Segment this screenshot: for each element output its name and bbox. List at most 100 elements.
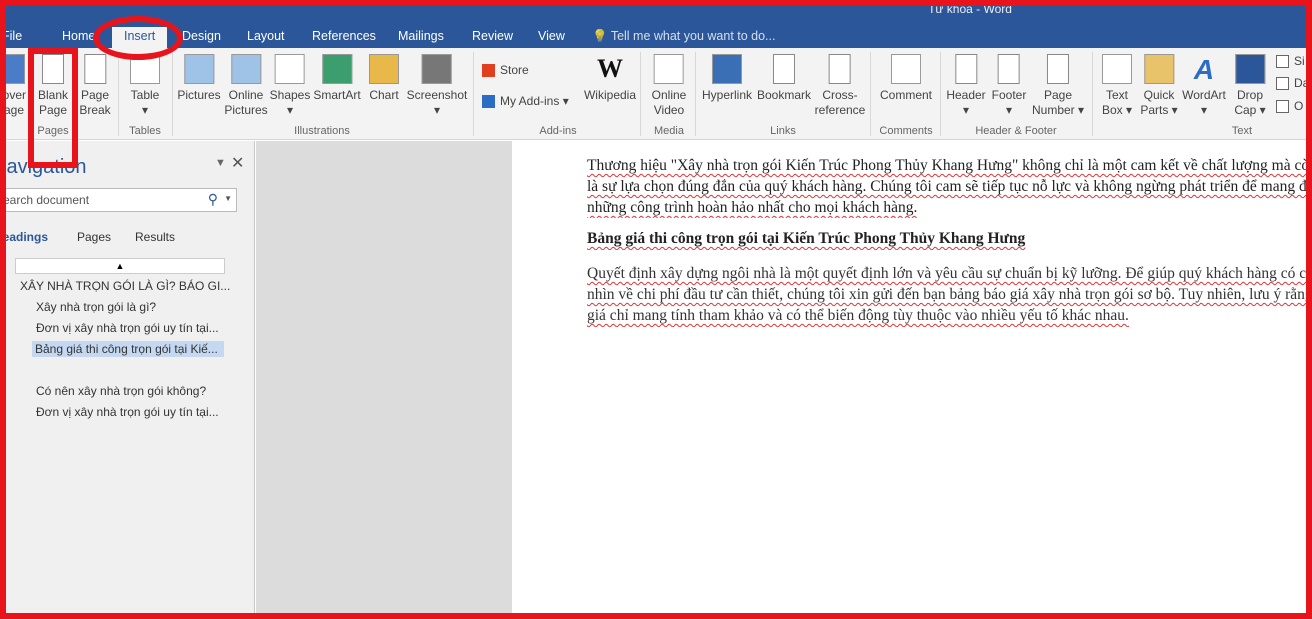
- object-button[interactable]: O: [1276, 99, 1303, 113]
- online-video-button[interactable]: Online Video: [651, 54, 687, 118]
- table-icon: [130, 54, 160, 84]
- tab-home[interactable]: Home: [62, 27, 95, 48]
- group-divider: [473, 52, 474, 136]
- pictures-icon: [183, 54, 214, 84]
- heading-item[interactable]: Đơn vị xây nhà trọn gói uy tín tại...: [36, 405, 219, 419]
- paragraph: Thương hiệu "Xây nhà trọn gói Kiến Trúc …: [587, 157, 1312, 216]
- smartart-icon: [322, 54, 352, 84]
- comment-button[interactable]: Comment: [880, 54, 932, 103]
- text-box-button[interactable]: Text Box ▾: [1102, 54, 1132, 118]
- signature-line-button[interactable]: Si: [1276, 54, 1305, 68]
- close-icon[interactable]: ✕: [231, 153, 244, 173]
- pane-options-icon[interactable]: ▼: [215, 157, 226, 169]
- heading-item[interactable]: XÂY NHÀ TRỌN GÓI LÀ GÌ? BÁO GI...: [20, 279, 230, 293]
- group-divider: [118, 52, 119, 136]
- shapes-button[interactable]: Shapes ▾: [270, 54, 310, 118]
- button-label: Table ▾: [130, 88, 160, 117]
- search-input[interactable]: Search document ⚲ ▼: [0, 188, 237, 212]
- bookmark-icon: [773, 54, 795, 84]
- group-divider: [940, 52, 941, 136]
- button-label: Online Pictures: [224, 88, 268, 117]
- tab-design[interactable]: Design: [182, 27, 221, 48]
- wikipedia-button[interactable]: W Wikipedia: [584, 54, 636, 103]
- tab-view[interactable]: View: [538, 27, 565, 48]
- heading-item[interactable]: Xây nhà trọn gói là gì?: [36, 300, 156, 314]
- heading-item[interactable]: Có nên xây nhà trọn gói không?: [36, 384, 206, 398]
- store-button[interactable]: Store: [482, 63, 529, 77]
- blank-page-button[interactable]: Blank Page: [38, 54, 68, 118]
- button-label: Store: [500, 63, 529, 77]
- navigation-pane: Navigation ▼ ✕ Search document ⚲ ▼ Headi…: [0, 141, 255, 619]
- paragraph: Quyết định xây dựng ngôi nhà là một quyế…: [587, 265, 1312, 324]
- tab-mailings[interactable]: Mailings: [398, 27, 444, 48]
- wordart-icon: A: [1193, 54, 1215, 85]
- page-number-icon: [1046, 54, 1069, 84]
- group-divider: [640, 52, 641, 136]
- button-label: Drop Cap ▾: [1234, 88, 1266, 117]
- group-divider: [695, 52, 696, 136]
- tell-me-search[interactable]: 💡 Tell me what you want to do...: [592, 27, 775, 48]
- online-video-icon: [654, 54, 684, 84]
- button-label: Footer ▾: [991, 88, 1027, 117]
- button-label: Online Video: [651, 88, 687, 117]
- hyperlink-icon: [711, 54, 742, 84]
- document-page[interactable]: Thương hiệu "Xây nhà trọn gói Kiến Trúc …: [512, 141, 1312, 619]
- chevron-down-icon[interactable]: ▼: [224, 194, 232, 203]
- button-label: Da: [1294, 76, 1310, 90]
- blank-page-icon: [42, 54, 64, 84]
- tab-file[interactable]: File: [2, 27, 22, 48]
- search-placeholder: Search document: [0, 193, 90, 207]
- shapes-icon: [274, 54, 305, 84]
- nav-tab-headings[interactable]: Headings: [0, 230, 48, 244]
- tab-insert[interactable]: Insert: [112, 27, 168, 48]
- page-number-button[interactable]: Page Number ▾: [1032, 54, 1084, 118]
- nav-tab-results[interactable]: Results: [135, 230, 175, 244]
- hyperlink-button[interactable]: Hyperlink: [702, 54, 752, 103]
- heading-item[interactable]: Đơn vị xây nhà trọn gói uy tín tại...: [36, 321, 219, 335]
- my-addins-icon: [482, 94, 495, 108]
- bookmark-button[interactable]: Bookmark: [757, 54, 811, 103]
- button-label: Page Number ▾: [1031, 88, 1085, 117]
- tell-me-text: Tell me what you want to do...: [610, 29, 776, 43]
- signature-line-icon: [1276, 54, 1289, 68]
- chart-icon: [369, 54, 399, 84]
- window-title: Từ khóa - Word: [928, 2, 1012, 16]
- tab-layout[interactable]: Layout: [247, 27, 285, 48]
- page-break-icon: [83, 54, 106, 84]
- date-time-button[interactable]: Da: [1276, 76, 1309, 90]
- chart-button[interactable]: Chart: [369, 54, 399, 103]
- collapse-up-button[interactable]: ▲: [15, 258, 225, 274]
- drop-cap-button[interactable]: Drop Cap ▾: [1234, 54, 1266, 118]
- button-label: SmartArt: [313, 88, 361, 102]
- header-button[interactable]: Header ▾: [946, 54, 986, 118]
- tab-references[interactable]: References: [312, 27, 376, 48]
- button-label: Header ▾: [946, 88, 986, 117]
- cross-reference-button[interactable]: Cross- reference: [815, 54, 865, 118]
- cover-page-button[interactable]: Cover Page: [0, 54, 26, 118]
- screenshot-button[interactable]: Screenshot ▾: [406, 54, 468, 118]
- quick-parts-button[interactable]: Quick Parts ▾: [1140, 54, 1178, 118]
- tab-review[interactable]: Review: [472, 27, 513, 48]
- online-pictures-button[interactable]: Online Pictures: [224, 54, 268, 118]
- nav-tab-pages[interactable]: Pages: [77, 230, 111, 244]
- footer-button[interactable]: Footer ▾: [991, 54, 1027, 118]
- search-icon[interactable]: ⚲: [208, 191, 218, 208]
- button-label: WordArt ▾: [1182, 88, 1226, 117]
- heading: Bảng giá thi công trọn gói tại Kiến Trúc…: [587, 230, 1026, 247]
- page-break-button[interactable]: Page Break: [79, 54, 111, 118]
- button-label: Blank Page: [37, 88, 69, 117]
- comment-icon: [890, 54, 921, 84]
- group-label: Header & Footer: [975, 125, 1057, 137]
- smartart-button[interactable]: SmartArt: [313, 54, 361, 103]
- button-label: Screenshot ▾: [406, 88, 468, 117]
- store-icon: [482, 63, 495, 77]
- button-label: Text Box ▾: [1101, 88, 1133, 117]
- table-button[interactable]: Table ▾: [130, 54, 160, 118]
- pictures-button[interactable]: Pictures: [177, 54, 221, 103]
- my-addins-button[interactable]: My Add-ins ▾: [482, 94, 569, 108]
- wordart-button[interactable]: A WordArt ▾: [1182, 54, 1226, 118]
- document-margin-area: [256, 141, 512, 619]
- group-label: Pages: [37, 125, 69, 137]
- heading-item[interactable]: Bảng giá thi công trọn gói tại Kiế...: [32, 341, 224, 357]
- group-divider: [870, 52, 871, 136]
